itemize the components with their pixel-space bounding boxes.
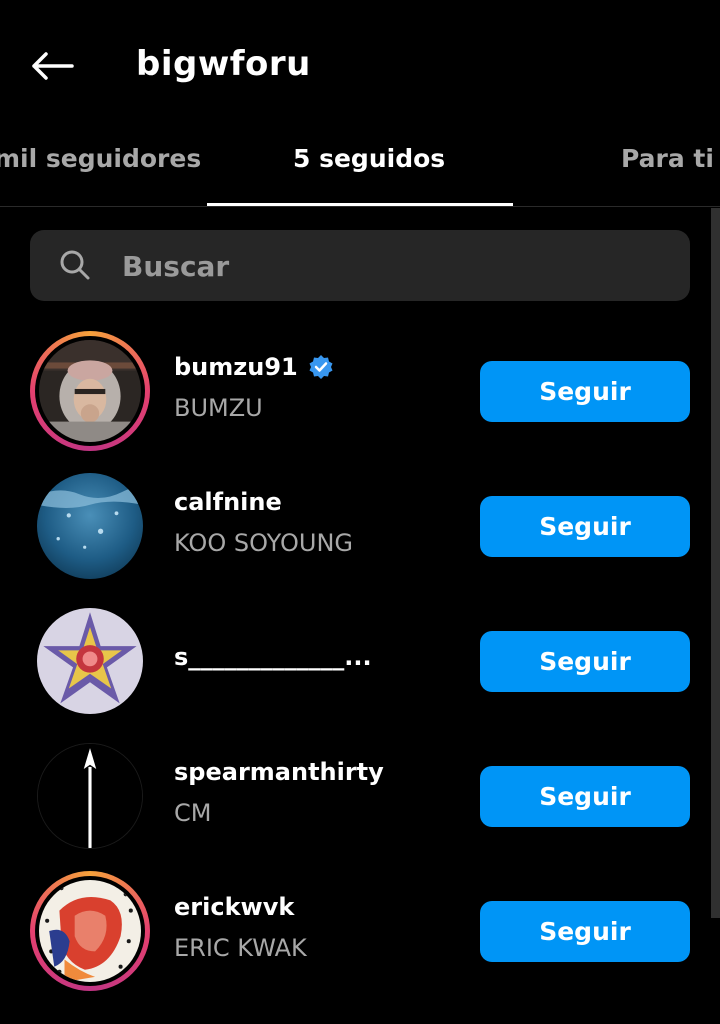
tab-followers[interactable]: mil seguidores <box>0 144 201 173</box>
search-icon <box>60 250 90 280</box>
avatar[interactable] <box>37 608 143 714</box>
follow-button[interactable]: Seguir <box>480 361 690 422</box>
list-item[interactable]: calfnine KOO SOYOUNG Seguir <box>0 466 720 596</box>
username-text: bumzu91 <box>174 353 298 381</box>
list-item[interactable]: spearmanthirty CM Seguir <box>0 736 720 866</box>
avatar[interactable] <box>30 331 150 451</box>
tab-for-you[interactable]: Para ti <box>621 144 714 173</box>
follow-button[interactable]: Seguir <box>480 766 690 827</box>
full-name: KOO SOYOUNG <box>174 529 354 557</box>
avatar[interactable] <box>37 473 143 579</box>
search-input[interactable] <box>120 230 664 303</box>
top-bar: bigwforu <box>0 0 720 130</box>
search-bar[interactable] <box>30 230 690 303</box>
follow-button[interactable]: Seguir <box>480 496 690 557</box>
list-item[interactable]: bumzu91 BUMZU Seguir <box>0 331 720 461</box>
username-text: spearmanthirty <box>174 758 384 786</box>
profile-photo <box>38 744 142 848</box>
active-tab-indicator <box>207 203 513 206</box>
username-text: erickwvk <box>174 893 295 921</box>
avatar[interactable] <box>37 743 143 849</box>
username[interactable]: bumzu91 <box>174 353 334 381</box>
verified-badge-icon <box>309 355 333 379</box>
list-item[interactable]: erickwvk ERIC KWAK Seguir <box>0 871 720 1001</box>
username[interactable]: erickwvk <box>174 893 294 921</box>
username-text: s_____________... <box>174 643 372 671</box>
profile-photo <box>39 340 141 442</box>
back-button[interactable] <box>26 44 78 88</box>
username-text: calfnine <box>174 488 282 516</box>
follow-button[interactable]: Seguir <box>480 631 690 692</box>
username[interactable]: calfnine <box>174 488 282 516</box>
follow-button[interactable]: Seguir <box>480 901 690 962</box>
profile-photo <box>37 473 143 579</box>
full-name: CM <box>174 799 212 827</box>
avatar[interactable] <box>30 871 150 991</box>
username[interactable]: s_____________... <box>174 643 372 671</box>
full-name: BUMZU <box>174 394 263 422</box>
page-title: bigwforu <box>136 44 311 84</box>
full-name: ERIC KWAK <box>174 934 307 962</box>
arrow-left-icon <box>32 52 74 80</box>
profile-photo <box>37 608 143 714</box>
tab-bar: mil seguidores 5 seguidos Para ti <box>0 130 720 207</box>
profile-photo <box>39 880 141 982</box>
list-item[interactable]: s_____________... Seguir <box>0 601 720 731</box>
tab-following[interactable]: 5 seguidos <box>293 144 445 173</box>
username[interactable]: spearmanthirty <box>174 758 384 786</box>
